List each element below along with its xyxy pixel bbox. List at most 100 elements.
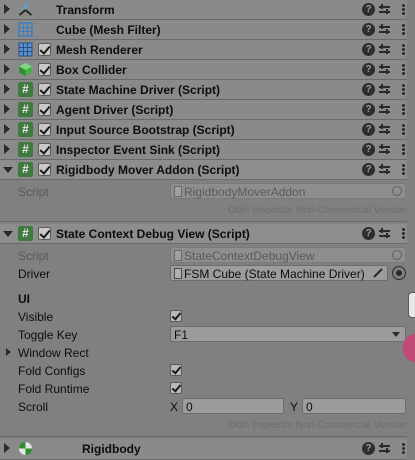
fold-runtime-checkbox[interactable] bbox=[170, 382, 182, 394]
help-icon[interactable]: ? bbox=[362, 227, 375, 240]
foldout-arrow-icon[interactable] bbox=[4, 144, 10, 154]
component-header-rigidbody-mover-addon[interactable]: # Rigidbody Mover Addon (Script) ? bbox=[0, 160, 407, 180]
component-title: Inspector Event Sink (Script) bbox=[56, 143, 221, 157]
presets-icon[interactable] bbox=[378, 3, 391, 16]
context-menu-icon[interactable] bbox=[401, 163, 405, 176]
help-icon[interactable]: ? bbox=[362, 103, 375, 116]
foldout-arrow-icon[interactable] bbox=[4, 44, 10, 54]
enabled-checkbox[interactable] bbox=[38, 83, 51, 96]
presets-icon[interactable] bbox=[378, 43, 391, 56]
component-header-rigidbody[interactable]: Rigidbody ? bbox=[0, 439, 407, 460]
presets-icon[interactable] bbox=[378, 23, 391, 36]
enabled-checkbox[interactable] bbox=[38, 143, 51, 156]
context-menu-icon[interactable] bbox=[401, 43, 405, 56]
help-icon[interactable]: ? bbox=[362, 63, 375, 76]
context-menu-icon[interactable] bbox=[401, 442, 405, 455]
presets-icon[interactable] bbox=[378, 123, 391, 136]
component-header-inspector-event-sink[interactable]: # Inspector Event Sink (Script) ? bbox=[0, 140, 407, 160]
component-title: Rigidbody bbox=[82, 442, 141, 456]
enabled-checkbox[interactable] bbox=[38, 163, 51, 176]
context-menu-icon[interactable] bbox=[401, 83, 405, 96]
foldout-arrow-icon[interactable] bbox=[4, 64, 10, 74]
script-label: Script bbox=[18, 249, 49, 263]
component-header-state-context-debug-view[interactable]: # State Context Debug View (Script) ? bbox=[0, 224, 407, 244]
component-header-transform[interactable]: Transform ? bbox=[0, 0, 407, 20]
pencil-icon[interactable] bbox=[373, 268, 383, 278]
component-header-agent-driver[interactable]: # Agent Driver (Script) ? bbox=[0, 100, 407, 120]
object-picker-icon[interactable] bbox=[392, 266, 406, 280]
component-header-mesh-renderer[interactable]: Mesh Renderer ? bbox=[0, 40, 407, 60]
component-header-box-collider[interactable]: Box Collider ? bbox=[0, 60, 407, 80]
ui-section-title: UI bbox=[18, 292, 30, 306]
help-icon[interactable]: ? bbox=[362, 23, 375, 36]
context-menu-icon[interactable] bbox=[401, 227, 405, 240]
help-icon[interactable]: ? bbox=[362, 143, 375, 156]
window-rect-label[interactable]: Window Rect bbox=[18, 346, 89, 360]
presets-icon[interactable] bbox=[378, 143, 391, 156]
component-header-mesh-filter[interactable]: Cube (Mesh Filter) ? bbox=[0, 20, 407, 40]
foldout-arrow-icon[interactable] bbox=[3, 167, 13, 173]
presets-icon[interactable] bbox=[378, 83, 391, 96]
presets-icon[interactable] bbox=[378, 442, 391, 455]
scroll-x-value: 0 bbox=[186, 400, 193, 414]
fold-configs-checkbox[interactable] bbox=[170, 364, 182, 376]
script-asset-icon bbox=[174, 268, 182, 279]
enabled-checkbox[interactable] bbox=[38, 63, 51, 76]
enabled-checkbox[interactable] bbox=[38, 123, 51, 136]
foldout-arrow-icon[interactable] bbox=[4, 124, 10, 134]
help-icon[interactable]: ? bbox=[362, 442, 375, 455]
enabled-checkbox[interactable] bbox=[38, 43, 51, 56]
component-title: Transform bbox=[56, 3, 115, 17]
component-header-input-source-bootstrap[interactable]: # Input Source Bootstrap (Script) ? bbox=[0, 120, 407, 140]
foldout-arrow-icon[interactable] bbox=[4, 443, 10, 453]
component-title: State Machine Driver (Script) bbox=[56, 83, 221, 97]
component-title: Input Source Bootstrap (Script) bbox=[56, 123, 235, 137]
side-tool-button[interactable] bbox=[408, 292, 415, 318]
script-field[interactable]: StateContextDebugView bbox=[170, 247, 406, 263]
script-icon: # bbox=[18, 142, 33, 157]
presets-icon[interactable] bbox=[378, 227, 391, 240]
divider bbox=[0, 436, 407, 437]
context-menu-icon[interactable] bbox=[401, 103, 405, 116]
foldout-arrow-icon[interactable] bbox=[4, 24, 10, 34]
side-badge[interactable] bbox=[403, 334, 415, 362]
context-menu-icon[interactable] bbox=[401, 143, 405, 156]
foldout-arrow-icon[interactable] bbox=[3, 231, 13, 237]
odin-watermark: Odin Inspector Non-Commercial Version bbox=[228, 420, 407, 431]
script-icon: # bbox=[18, 226, 33, 241]
help-icon[interactable]: ? bbox=[362, 43, 375, 56]
script-asset-icon bbox=[174, 250, 182, 261]
foldout-arrow-icon[interactable] bbox=[6, 348, 11, 356]
foldout-arrow-icon[interactable] bbox=[4, 4, 10, 14]
toggle-key-dropdown[interactable]: F1 bbox=[170, 326, 406, 342]
driver-field[interactable]: FSM Cube (State Machine Driver) bbox=[170, 265, 388, 281]
component-title: Agent Driver (Script) bbox=[56, 103, 174, 117]
visible-checkbox[interactable] bbox=[170, 310, 182, 322]
scroll-x-field[interactable]: 0 bbox=[182, 398, 284, 414]
object-picker-icon[interactable] bbox=[392, 186, 402, 196]
enabled-checkbox[interactable] bbox=[38, 227, 51, 240]
scroll-y-field[interactable]: 0 bbox=[302, 398, 406, 414]
script-field[interactable]: RigidbodyMoverAddon bbox=[170, 183, 406, 199]
object-picker-icon[interactable] bbox=[392, 250, 402, 260]
presets-icon[interactable] bbox=[378, 103, 391, 116]
presets-icon[interactable] bbox=[378, 63, 391, 76]
context-menu-icon[interactable] bbox=[401, 123, 405, 136]
mesh-filter-icon bbox=[18, 22, 33, 37]
transform-icon bbox=[18, 3, 33, 16]
foldout-arrow-icon[interactable] bbox=[4, 104, 10, 114]
help-icon[interactable]: ? bbox=[362, 163, 375, 176]
context-menu-icon[interactable] bbox=[401, 63, 405, 76]
help-icon[interactable]: ? bbox=[362, 123, 375, 136]
context-menu-icon[interactable] bbox=[401, 3, 405, 16]
foldout-arrow-icon[interactable] bbox=[4, 84, 10, 94]
help-icon[interactable]: ? bbox=[362, 83, 375, 96]
script-asset-icon bbox=[174, 186, 182, 197]
component-header-state-machine-driver[interactable]: # State Machine Driver (Script) ? bbox=[0, 80, 407, 100]
enabled-checkbox[interactable] bbox=[38, 103, 51, 116]
mesh-renderer-icon bbox=[18, 42, 33, 57]
presets-icon[interactable] bbox=[378, 163, 391, 176]
script-icon: # bbox=[18, 162, 33, 177]
help-icon[interactable]: ? bbox=[362, 3, 375, 16]
context-menu-icon[interactable] bbox=[401, 23, 405, 36]
